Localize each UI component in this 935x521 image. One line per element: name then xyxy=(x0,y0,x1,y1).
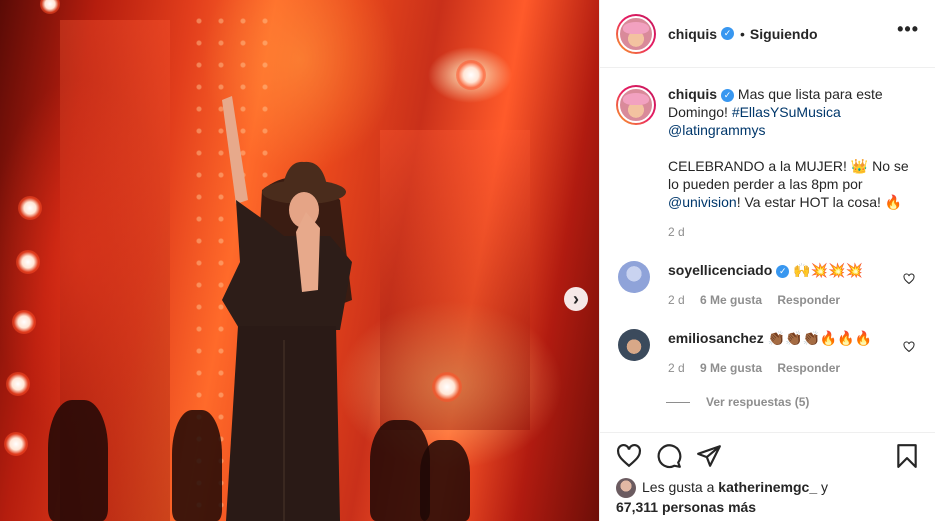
mention-link[interactable]: @latingrammys xyxy=(668,122,765,138)
header-username[interactable]: chiquis xyxy=(668,26,717,42)
separator: • xyxy=(740,25,745,42)
following-button[interactable]: Siguiendo xyxy=(750,26,818,42)
caption-time[interactable]: 2 d xyxy=(668,223,919,241)
heart-icon[interactable] xyxy=(903,273,915,285)
post-panel: chiquis ✓ • Siguiendo ••• chiquis ✓ Mas q… xyxy=(599,0,935,521)
action-bar xyxy=(600,432,935,476)
verified-icon: ✓ xyxy=(721,88,735,102)
comment-time[interactable]: 2 d xyxy=(668,293,685,307)
comment-item: emiliosanchez 👏🏾👏🏾👏🏾🔥🔥🔥 2 d 9 Me gusta R… xyxy=(616,329,919,377)
caption-body: chiquis ✓ Mas que lista para este Domingo… xyxy=(668,85,919,241)
performer xyxy=(222,96,352,521)
avatar[interactable] xyxy=(618,329,650,361)
comments-section: chiquis ✓ Mas que lista para este Domingo… xyxy=(600,69,935,431)
comment-time[interactable]: 2 d xyxy=(668,361,685,375)
comment-text: 🙌💥💥💥 xyxy=(793,262,863,278)
next-photo-button[interactable]: › xyxy=(564,287,588,311)
comment-text: 👏🏾👏🏾👏🏾🔥🔥🔥 xyxy=(767,330,873,346)
caption-text: ! Va estar HOT la cosa! 🔥 xyxy=(736,194,903,210)
heart-icon[interactable] xyxy=(903,341,915,353)
more-options-icon[interactable]: ••• xyxy=(897,20,919,38)
liked-by-user[interactable]: katherinemgc_ xyxy=(718,479,817,495)
avatar[interactable] xyxy=(616,478,636,499)
avatar[interactable] xyxy=(616,13,656,54)
post-photo[interactable]: › xyxy=(0,0,599,521)
comment-likes[interactable]: 6 Me gusta xyxy=(700,293,762,307)
avatar-image xyxy=(618,15,654,52)
chevron-right-icon: › xyxy=(573,289,579,309)
hashtag-link[interactable]: #EllasYSuMusica xyxy=(732,104,841,120)
comment-username[interactable]: emiliosanchez xyxy=(668,330,764,346)
replies-divider xyxy=(666,401,690,403)
caption-text: CELEBRANDO a la MUJER! 👑 No se lo pueden… xyxy=(668,158,909,192)
comment-likes[interactable]: 9 Me gusta xyxy=(700,361,762,375)
verified-icon: ✓ xyxy=(776,264,790,278)
avatar[interactable] xyxy=(618,261,650,293)
caption: chiquis ✓ Mas que lista para este Domingo… xyxy=(616,85,919,241)
likes-summary: Les gusta a katherinemgc_ y 67,311 perso… xyxy=(616,478,828,516)
likes-count[interactable]: 67,311 personas más xyxy=(616,499,756,515)
comment-username[interactable]: soyellicenciado xyxy=(668,262,772,278)
view-replies-label: Ver respuestas (5) xyxy=(706,395,810,409)
avatar[interactable] xyxy=(616,85,656,125)
view-replies-button[interactable]: Ver respuestas (5) xyxy=(666,395,919,409)
verified-icon: ✓ xyxy=(721,27,735,40)
liked-by-mid: y xyxy=(817,479,828,495)
reply-button[interactable]: Responder xyxy=(777,361,840,375)
reply-button[interactable]: Responder xyxy=(777,293,840,307)
share-icon[interactable] xyxy=(696,443,722,469)
comment-item: soyellicenciado ✓ 🙌💥💥💥 2 d 6 Me gusta Res… xyxy=(616,261,919,309)
comment-icon[interactable] xyxy=(656,443,682,469)
caption-username[interactable]: chiquis xyxy=(668,86,717,102)
heart-icon[interactable] xyxy=(616,443,642,469)
avatar-image xyxy=(618,87,654,123)
liked-by-prefix: Les gusta a xyxy=(642,479,719,495)
mention-link[interactable]: @univision xyxy=(668,194,737,210)
post-header: chiquis ✓ • Siguiendo ••• xyxy=(600,0,935,68)
bookmark-icon[interactable] xyxy=(894,443,920,469)
